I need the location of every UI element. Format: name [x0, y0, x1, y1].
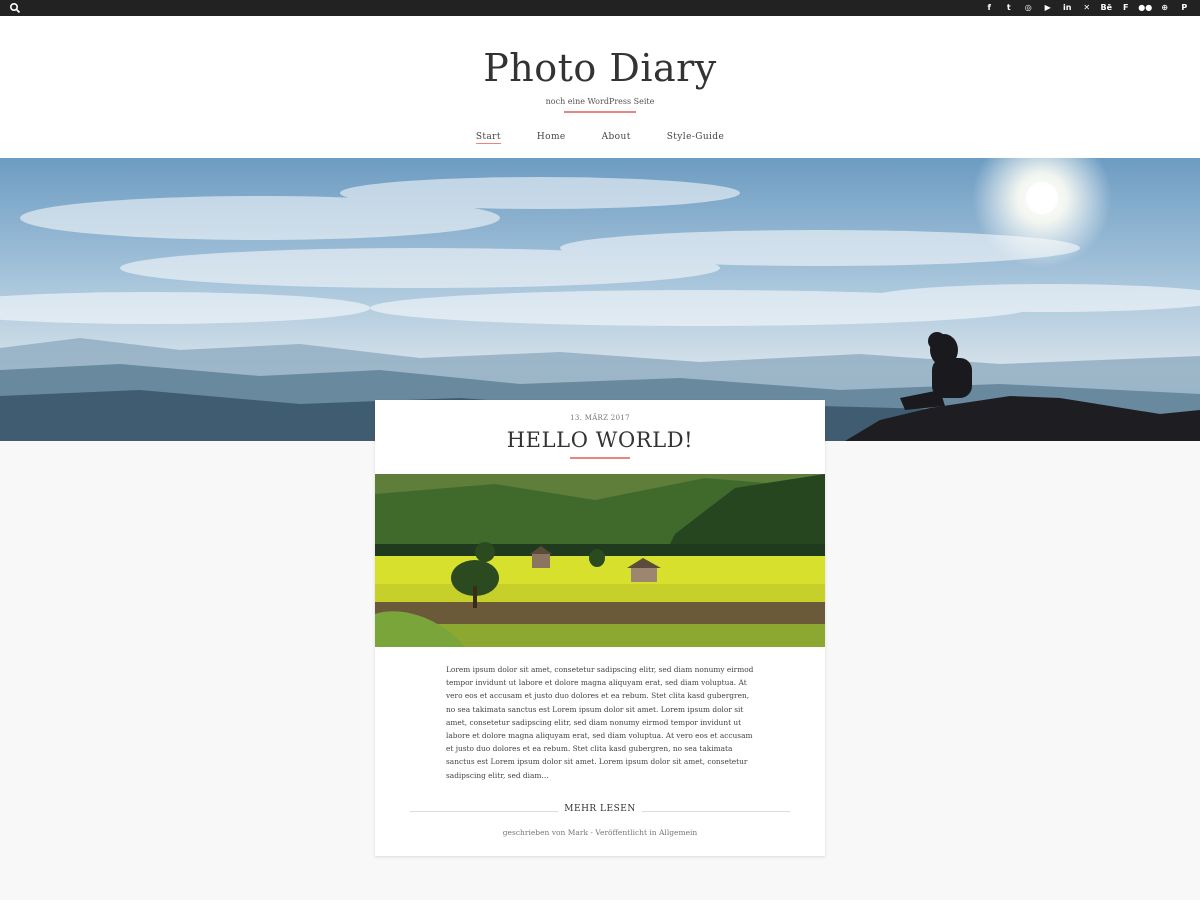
- foursquare-icon[interactable]: F: [1116, 0, 1136, 16]
- title-underline: [570, 457, 630, 459]
- post-title[interactable]: HELLO WORLD!: [375, 428, 825, 452]
- main-nav: Start Home About Style-Guide: [0, 132, 1200, 144]
- post-excerpt: Lorem ipsum dolor sit amet, consetetur s…: [446, 665, 754, 780]
- read-more-link[interactable]: MEHR LESEN: [558, 804, 642, 814]
- nav-item-about[interactable]: About: [602, 132, 631, 144]
- hero-image: [0, 158, 1200, 441]
- dribbble-icon[interactable]: ⊕: [1155, 0, 1175, 16]
- post-card: 13. MÄRZ 2017 HELLO WORLD! Lorem ipsum d…: [375, 400, 825, 856]
- nav-item-home[interactable]: Home: [537, 132, 566, 144]
- instagram-icon[interactable]: ◎: [1019, 0, 1039, 16]
- linkedin-icon[interactable]: in: [1058, 0, 1078, 16]
- post-meta: geschrieben von Mark - Veröffentlicht in…: [502, 828, 698, 837]
- twitter-icon[interactable]: t: [999, 0, 1019, 16]
- site-header: Photo Diary noch eine WordPress Seite St…: [0, 16, 1200, 158]
- nav-item-start[interactable]: Start: [475, 132, 501, 144]
- xing-icon[interactable]: ✕: [1077, 0, 1097, 16]
- behance-icon[interactable]: Bē: [1097, 0, 1117, 16]
- post-featured-image[interactable]: [375, 474, 825, 647]
- social-links: f t ◎ ▶ in ✕ Bē F ●● ⊕ P: [980, 0, 1195, 16]
- divider-left: [410, 811, 558, 812]
- top-bar: f t ◎ ▶ in ✕ Bē F ●● ⊕ P: [0, 0, 1200, 16]
- pinterest-icon[interactable]: P: [1175, 0, 1195, 16]
- post-date: 13. MÄRZ 2017: [570, 414, 630, 422]
- flickr-icon[interactable]: ●●: [1136, 0, 1156, 16]
- nav-item-style-guide[interactable]: Style-Guide: [667, 132, 724, 144]
- site-title[interactable]: Photo Diary: [0, 44, 1200, 92]
- youtube-icon[interactable]: ▶: [1038, 0, 1058, 16]
- search-icon[interactable]: [9, 2, 21, 14]
- site-tagline: noch eine WordPress Seite: [545, 97, 655, 106]
- divider-right: [642, 811, 790, 812]
- facebook-icon[interactable]: f: [980, 0, 1000, 16]
- tagline-underline: [564, 111, 636, 113]
